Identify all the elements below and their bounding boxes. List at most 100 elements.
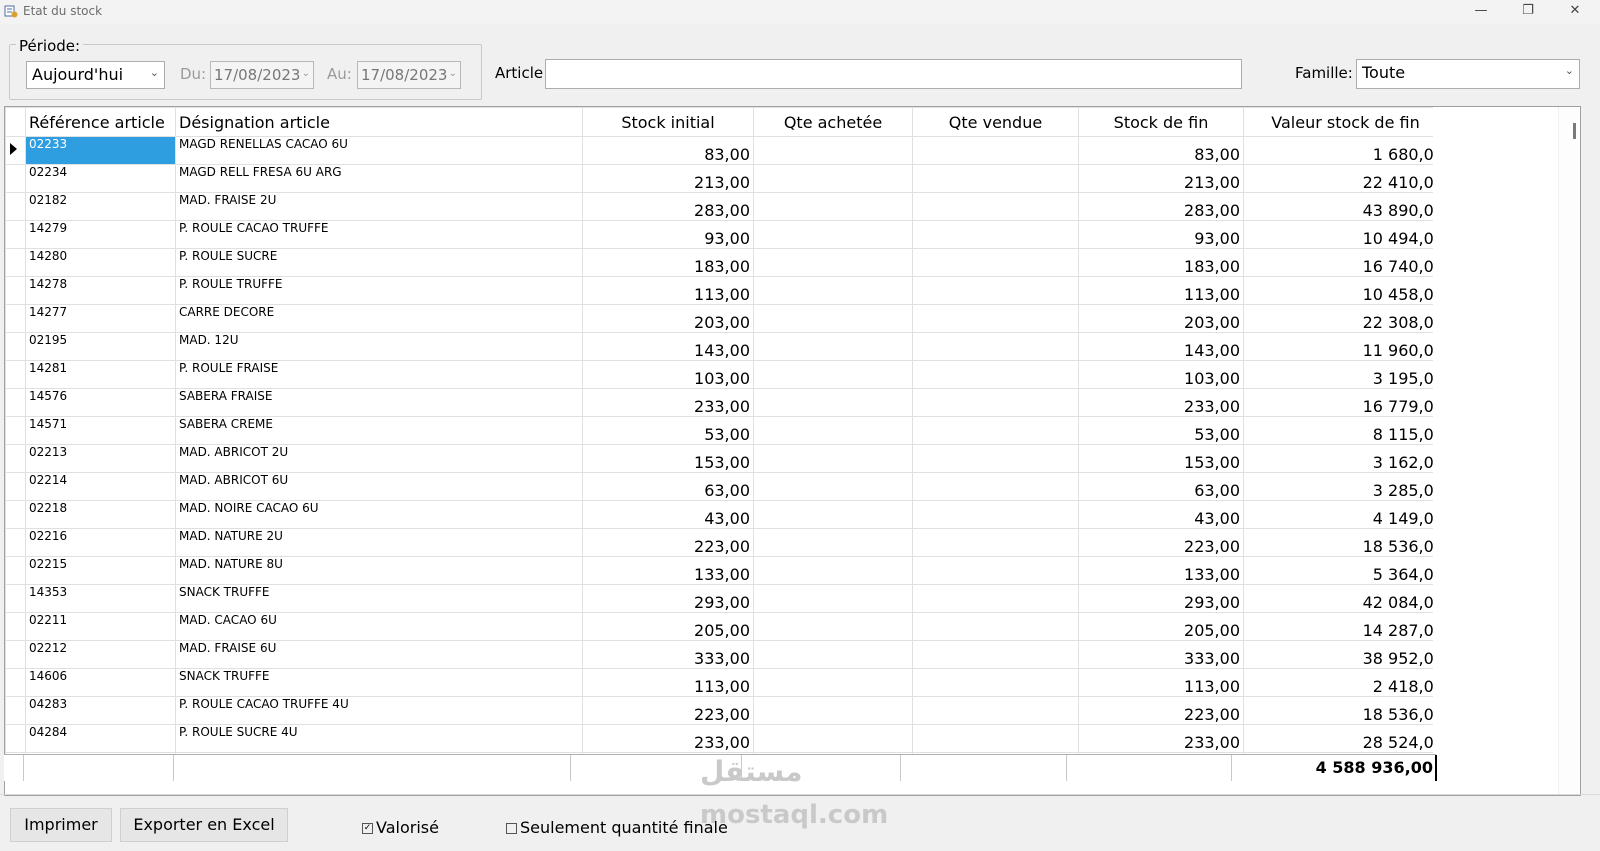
cell-stock-fin[interactable]: 205,00 [1078,612,1244,641]
row-header[interactable] [5,164,26,193]
cell-stock-fin[interactable]: 223,00 [1078,528,1244,557]
table-row[interactable]: 02234 MAGD RELL FRESA 6U ARG 213,00 213,00 2… [5,164,1448,193]
table-row[interactable]: 02212 MAD. FRAISE 6U 333,00 333,00 38 952,00 [5,640,1448,669]
cell-stock-fin[interactable]: 53,00 [1078,416,1244,445]
row-header[interactable] [5,276,26,305]
cell-valeur-stock-fin[interactable]: 14 287,00 [1243,612,1448,641]
au-date-picker[interactable]: 17/08/2023 ⌄ [357,61,461,89]
cell-valeur-stock-fin[interactable]: 5 364,00 [1243,556,1448,585]
valorise-checkbox[interactable]: ✓ Valorisé [362,818,439,837]
vertical-scrollbar[interactable] [1558,107,1580,795]
scrollbar-thumb[interactable] [1573,123,1576,139]
close-button[interactable]: ✕ [1552,0,1598,24]
cell-valeur-stock-fin[interactable]: 22 410,00 [1243,164,1448,193]
cell-qte-achetee[interactable] [753,612,913,641]
cell-designation[interactable]: SABERA CREME [175,416,583,445]
column-header-stock-initial[interactable]: Stock initial [582,107,754,137]
cell-designation[interactable]: MAD. ABRICOT 6U [175,472,583,501]
cell-qte-vendue[interactable] [912,472,1079,501]
cell-qte-achetee[interactable] [753,444,913,473]
row-header[interactable] [5,192,26,221]
cell-reference[interactable]: 02233 [25,136,176,165]
cell-qte-vendue[interactable] [912,360,1079,389]
cell-qte-achetee[interactable] [753,640,913,669]
cell-stock-fin[interactable]: 293,00 [1078,584,1244,613]
cell-qte-vendue[interactable] [912,584,1079,613]
row-header[interactable] [5,668,26,697]
table-row[interactable]: 02218 MAD. NOIRE CACAO 6U 43,00 43,00 4 149,… [5,500,1448,529]
cell-stock-initial[interactable]: 113,00 [582,276,754,305]
column-header-designation[interactable]: Désignation article [175,107,583,137]
table-row[interactable]: 14280 P. ROULE SUCRE 183,00 183,00 16 740,00 [5,248,1448,277]
cell-qte-vendue[interactable] [912,332,1079,361]
seulement-quantite-finale-checkbox[interactable]: Seulement quantité finale [506,818,728,837]
row-header[interactable] [5,360,26,389]
cell-qte-vendue[interactable] [912,444,1079,473]
cell-designation[interactable]: MAGD RENELLAS CACAO 6U [175,136,583,165]
row-header[interactable] [5,584,26,613]
cell-stock-fin[interactable]: 43,00 [1078,500,1244,529]
table-row[interactable]: 14606 SNACK TRUFFE 113,00 113,00 2 418,00 [5,668,1448,697]
table-row[interactable]: 02216 MAD. NATURE 2U 223,00 223,00 18 536,00 [5,528,1448,557]
table-row[interactable]: 14576 SABERA FRAISE 233,00 233,00 16 779,00 [5,388,1448,417]
cell-stock-fin[interactable]: 183,00 [1078,248,1244,277]
cell-stock-initial[interactable]: 183,00 [582,248,754,277]
column-header-stock-fin[interactable]: Stock de fin [1078,107,1244,137]
row-header[interactable] [5,696,26,725]
cell-designation[interactable]: SNACK TRUFFE [175,584,583,613]
table-row[interactable]: 02233 MAGD RENELLAS CACAO 6U 83,00 83,00 1 6… [5,136,1448,165]
row-header[interactable] [5,472,26,501]
cell-qte-vendue[interactable] [912,192,1079,221]
cell-reference[interactable]: 14353 [25,584,176,613]
cell-designation[interactable]: P. ROULE CACAO TRUFFE [175,220,583,249]
cell-reference[interactable]: 14576 [25,388,176,417]
cell-designation[interactable]: MAD. 12U [175,332,583,361]
cell-stock-initial[interactable]: 333,00 [582,640,754,669]
cell-designation[interactable]: P. ROULE CACAO TRUFFE 4U [175,696,583,725]
cell-designation[interactable]: MAD. NATURE 8U [175,556,583,585]
cell-stock-fin[interactable]: 233,00 [1078,388,1244,417]
stock-grid[interactable]: Référence article Désignation article St… [4,106,1581,796]
cell-stock-fin[interactable]: 133,00 [1078,556,1244,585]
minimize-button[interactable]: — [1458,0,1504,24]
cell-designation[interactable]: MAD. NOIRE CACAO 6U [175,500,583,529]
cell-stock-fin[interactable]: 143,00 [1078,332,1244,361]
cell-stock-fin[interactable]: 113,00 [1078,668,1244,697]
cell-qte-achetee[interactable] [753,472,913,501]
cell-valeur-stock-fin[interactable]: 3 285,00 [1243,472,1448,501]
table-row[interactable]: 14277 CARRE DECORE 203,00 203,00 22 308,00 [5,304,1448,333]
cell-stock-fin[interactable]: 83,00 [1078,136,1244,165]
cell-qte-achetee[interactable] [753,500,913,529]
cell-reference[interactable]: 02212 [25,640,176,669]
cell-stock-initial[interactable]: 233,00 [582,724,754,753]
cell-stock-fin[interactable]: 213,00 [1078,164,1244,193]
cell-stock-initial[interactable]: 293,00 [582,584,754,613]
cell-stock-fin[interactable]: 93,00 [1078,220,1244,249]
table-row[interactable]: 04283 P. ROULE CACAO TRUFFE 4U 223,00 223,0… [5,696,1448,725]
cell-reference[interactable]: 02214 [25,472,176,501]
row-header[interactable] [5,640,26,669]
cell-qte-achetee[interactable] [753,332,913,361]
cell-reference[interactable]: 14279 [25,220,176,249]
cell-stock-initial[interactable]: 103,00 [582,360,754,389]
cell-stock-initial[interactable]: 133,00 [582,556,754,585]
cell-qte-achetee[interactable] [753,248,913,277]
cell-reference[interactable]: 14277 [25,304,176,333]
cell-qte-vendue[interactable] [912,528,1079,557]
cell-designation[interactable]: MAD. FRAISE 2U [175,192,583,221]
column-header-qte-achetee[interactable]: Qte achetée [753,107,913,137]
print-button[interactable]: Imprimer [10,808,112,842]
cell-valeur-stock-fin[interactable]: 38 952,00 [1243,640,1448,669]
table-row[interactable]: 02195 MAD. 12U 143,00 143,00 11 960,00 [5,332,1448,361]
row-header[interactable] [5,528,26,557]
column-header-valeur-stock-fin[interactable]: Valeur stock de fin [1243,107,1448,137]
cell-reference[interactable]: 02216 [25,528,176,557]
cell-valeur-stock-fin[interactable]: 18 536,00 [1243,528,1448,557]
table-row[interactable]: 02215 MAD. NATURE 8U 133,00 133,00 5 364,00 [5,556,1448,585]
periode-dropdown[interactable]: Aujourd'hui ⌄ [26,61,165,89]
cell-reference[interactable]: 02215 [25,556,176,585]
cell-qte-vendue[interactable] [912,388,1079,417]
table-row[interactable]: 02213 MAD. ABRICOT 2U 153,00 153,00 3 162,00 [5,444,1448,473]
cell-designation[interactable]: MAGD RELL FRESA 6U ARG [175,164,583,193]
table-row[interactable]: 14278 P. ROULE TRUFFE 113,00 113,00 10 458,0… [5,276,1448,305]
